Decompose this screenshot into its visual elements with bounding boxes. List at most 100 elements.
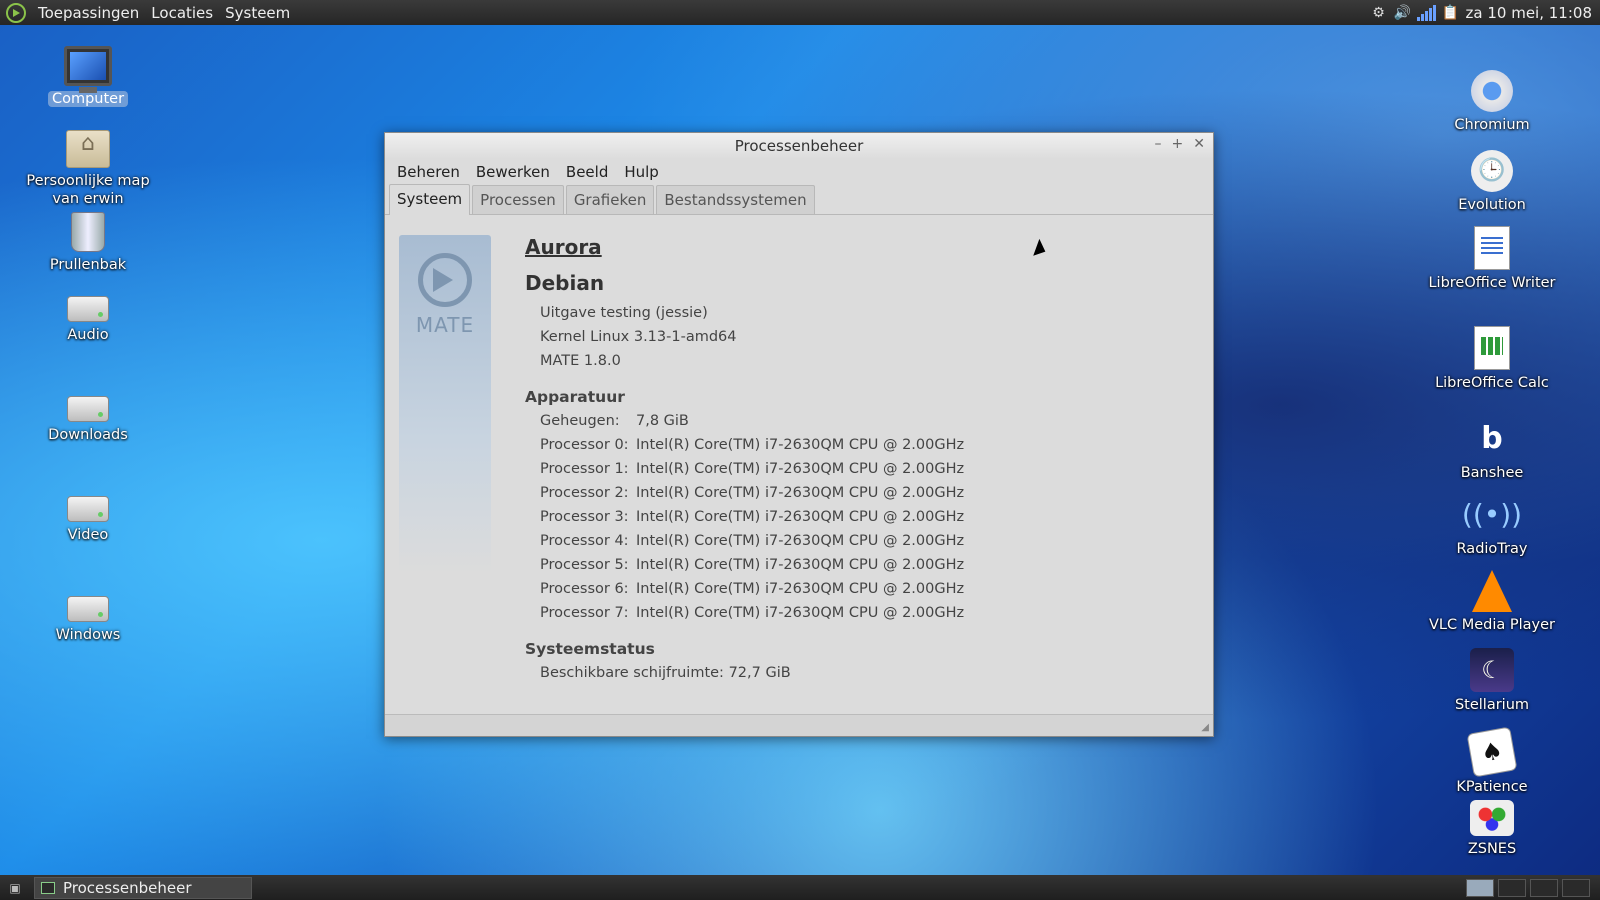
drive-icon xyxy=(67,596,109,622)
show-desktop-icon[interactable]: ▣ xyxy=(4,879,26,897)
workspace-1[interactable] xyxy=(1466,878,1494,897)
drive-icon xyxy=(67,396,109,422)
desktop-icon-label: Video xyxy=(67,527,109,543)
desktop-icon-zsnes[interactable]: ZSNES xyxy=(1422,800,1562,858)
menu-beeld[interactable]: Beeld xyxy=(558,163,616,181)
trash-icon xyxy=(71,212,105,252)
processor-value: Intel(R) Core(TM) i7-2630QM CPU @ 2.00GH… xyxy=(636,533,965,549)
processor-line: Processor 1: Intel(R) Core(TM) i7-2630QM … xyxy=(525,457,964,481)
kpatience-icon: ♠ xyxy=(1466,726,1518,778)
processor-line: Processor 6: Intel(R) Core(TM) i7-2630QM … xyxy=(525,577,964,601)
processor-label: Processor 3: xyxy=(540,509,629,525)
processor-label: Processor 4: xyxy=(540,533,629,549)
menu-places[interactable]: Locaties xyxy=(145,4,219,22)
banshee-icon: b xyxy=(1481,421,1503,456)
desktop-icon-downloads[interactable]: Downloads xyxy=(18,386,158,444)
workspace-3[interactable] xyxy=(1530,878,1558,897)
network-icon[interactable]: ⚙ xyxy=(1370,4,1388,22)
desktop-icon-evolution[interactable]: 🕒 Evolution xyxy=(1422,150,1562,214)
window-titlebar[interactable]: Processenbeheer – + ✕ xyxy=(385,133,1213,159)
menu-system[interactable]: Systeem xyxy=(219,4,296,22)
desktop-icon-windows[interactable]: Windows xyxy=(18,586,158,644)
mate-emblem-icon xyxy=(418,253,472,307)
process-manager-icon xyxy=(41,881,55,894)
processor-line: Processor 2: Intel(R) Core(TM) i7-2630QM … xyxy=(525,481,964,505)
stellarium-icon: ☾ xyxy=(1470,648,1514,692)
signal-strength-icon[interactable] xyxy=(1417,4,1437,22)
processor-value: Intel(R) Core(TM) i7-2630QM CPU @ 2.00GH… xyxy=(636,557,965,573)
workspace-switcher xyxy=(1466,878,1590,897)
desktop-icon-label: KPatience xyxy=(1456,779,1528,795)
system-tray: ⚙ 🔊 📋 za 10 mei, 11:08 xyxy=(1370,4,1600,22)
desktop-icon-label: Prullenbak xyxy=(49,257,127,273)
desktop-icon-libreoffice-writer[interactable]: LibreOffice Writer xyxy=(1422,226,1562,292)
tab-systeem[interactable]: Systeem xyxy=(389,184,471,215)
drive-icon xyxy=(67,296,109,322)
system-tab-content: MATE Aurora Debian Uitgave testing (jess… xyxy=(385,215,1213,714)
desktop-icon-radiotray[interactable]: ((•)) RadioTray xyxy=(1422,494,1562,558)
distribution-logo: MATE xyxy=(399,235,491,575)
desktop-icon-video[interactable]: Video xyxy=(18,486,158,544)
desktop-icon-trash[interactable]: Prullenbak xyxy=(18,212,158,274)
desktop-icon-stellarium[interactable]: ☾ Stellarium xyxy=(1422,648,1562,714)
tab-bar: Systeem Processen Grafieken Bestandssyst… xyxy=(385,184,1213,215)
kernel-line: Kernel Linux 3.13-1-amd64 xyxy=(540,329,737,345)
vlc-icon xyxy=(1472,570,1512,612)
clipboard-icon[interactable]: 📋 xyxy=(1442,4,1460,22)
drive-icon xyxy=(67,496,109,522)
mate-logo-icon[interactable] xyxy=(6,2,26,23)
desktop-icon-label: RadioTray xyxy=(1456,541,1528,557)
desktop-icon-label: ZSNES xyxy=(1467,841,1517,857)
minimize-icon[interactable]: – xyxy=(1155,136,1162,152)
processor-line: Processor 7: Intel(R) Core(TM) i7-2630QM … xyxy=(525,601,964,625)
desktop-icon-label: Stellarium xyxy=(1454,697,1530,713)
desktop-icon-home-folder[interactable]: Persoonlijke map van erwin xyxy=(18,130,158,208)
desktop-icon-audio[interactable]: Audio xyxy=(18,286,158,344)
taskbar-item-process-manager[interactable]: Processenbeheer xyxy=(34,876,252,899)
processor-line: Processor 3: Intel(R) Core(TM) i7-2630QM … xyxy=(525,505,964,529)
desktop-icon-banshee[interactable]: b Banshee xyxy=(1422,418,1562,482)
workspace-4[interactable] xyxy=(1562,878,1590,897)
resize-grip-icon[interactable]: ◢ xyxy=(1201,722,1209,733)
desktop-icon-vlc[interactable]: VLC Media Player xyxy=(1422,570,1562,634)
processor-value: Intel(R) Core(TM) i7-2630QM CPU @ 2.00GH… xyxy=(636,605,965,621)
menu-beheren[interactable]: Beheren xyxy=(389,163,468,181)
tab-grafieken[interactable]: Grafieken xyxy=(565,185,655,214)
processor-value: Intel(R) Core(TM) i7-2630QM CPU @ 2.00GH… xyxy=(636,485,965,501)
processor-label: Processor 7: xyxy=(540,605,629,621)
processor-line: Processor 4: Intel(R) Core(TM) i7-2630QM … xyxy=(525,529,964,553)
logo-text: MATE xyxy=(415,313,475,337)
tab-processen[interactable]: Processen xyxy=(472,185,564,214)
desktop-icon-kpatience[interactable]: ♠ KPatience xyxy=(1422,726,1562,796)
desktop-icon-computer[interactable]: Computer xyxy=(18,46,158,108)
processor-value: Intel(R) Core(TM) i7-2630QM CPU @ 2.00GH… xyxy=(636,461,965,477)
desktop-icon-label: Windows xyxy=(55,627,121,643)
process-manager-window: Processenbeheer – + ✕ Beheren Bewerken B… xyxy=(384,132,1214,737)
zsnes-icon xyxy=(1470,800,1514,836)
desktop-icon-label: Downloads xyxy=(48,427,128,443)
menu-bewerken[interactable]: Bewerken xyxy=(468,163,558,181)
workspace-2[interactable] xyxy=(1498,878,1526,897)
close-icon[interactable]: ✕ xyxy=(1193,136,1205,152)
desktop-icon-chromium[interactable]: Chromium xyxy=(1422,70,1562,134)
release-line: Uitgave testing (jessie) xyxy=(540,305,708,321)
disk-space-label: Beschikbare schijfruimte: xyxy=(540,665,724,681)
maximize-icon[interactable]: + xyxy=(1172,136,1184,152)
hostname: Aurora xyxy=(525,235,602,259)
menu-hulp[interactable]: Hulp xyxy=(616,163,666,181)
clock[interactable]: za 10 mei, 11:08 xyxy=(1466,4,1592,22)
menu-applications[interactable]: Toepassingen xyxy=(32,4,145,22)
desktop-icon-libreoffice-calc[interactable]: LibreOffice Calc xyxy=(1422,326,1562,392)
desktop-version-line: MATE 1.8.0 xyxy=(540,353,621,369)
processor-value: Intel(R) Core(TM) i7-2630QM CPU @ 2.00GH… xyxy=(636,581,965,597)
volume-icon[interactable]: 🔊 xyxy=(1394,4,1412,22)
disk-space-value: 72,7 GiB xyxy=(728,665,791,681)
memory-label: Geheugen: xyxy=(540,413,620,429)
tab-bestandssystemen[interactable]: Bestandssystemen xyxy=(656,185,815,214)
processor-value: Intel(R) Core(TM) i7-2630QM CPU @ 2.00GH… xyxy=(636,437,965,453)
system-info: Aurora Debian Uitgave testing (jessie) K… xyxy=(525,235,964,685)
window-controls: – + ✕ xyxy=(1155,136,1205,152)
memory-value: 7,8 GiB xyxy=(636,413,689,429)
distro-name: Debian xyxy=(525,271,605,295)
processor-label: Processor 1: xyxy=(540,461,629,477)
